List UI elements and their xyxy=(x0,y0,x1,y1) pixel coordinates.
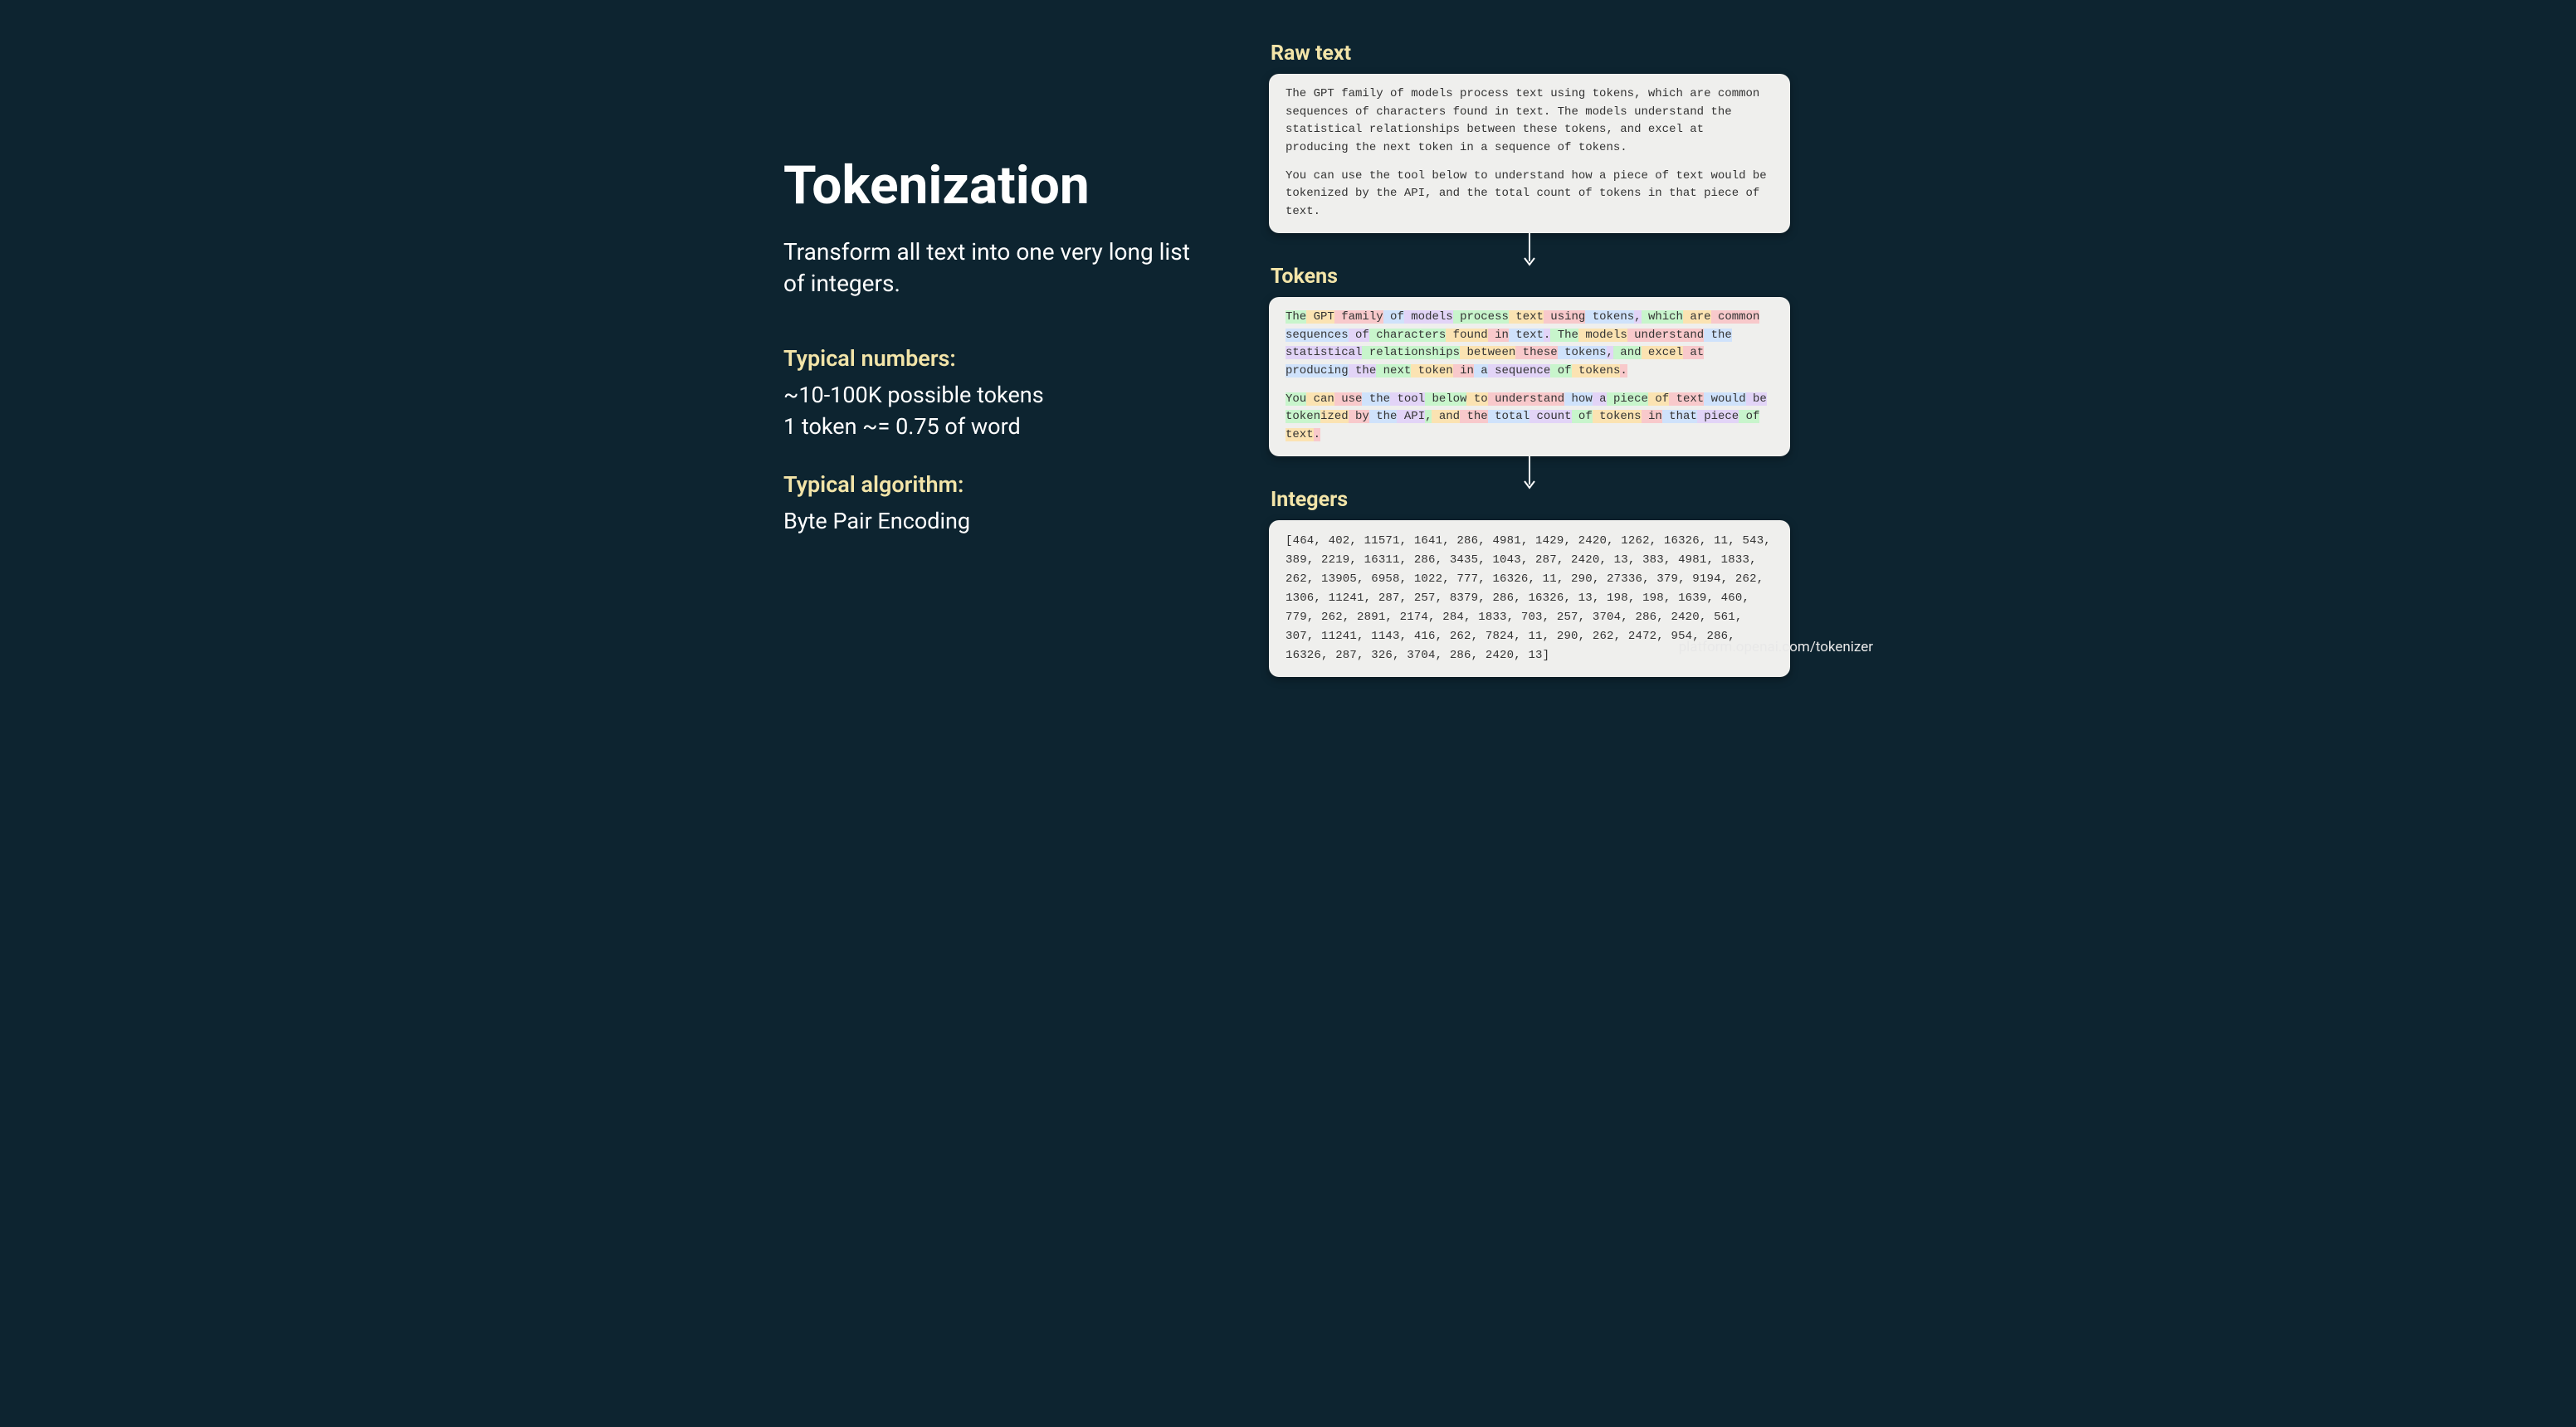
slide-title: Tokenization xyxy=(783,158,1215,213)
footer-link: platform.openai.com/tokenizer xyxy=(1679,639,1873,655)
tokens-label: Tokens xyxy=(1271,265,1792,289)
left-column: Tokenization Transform all text into one… xyxy=(783,158,1215,539)
tokens-para2: You can use the tool below to understand… xyxy=(1286,391,1773,445)
tokens-panel: The GPT family of models process text us… xyxy=(1269,297,1790,456)
typical-numbers-head: Typical numbers: xyxy=(783,345,1215,372)
tokens-para1: The GPT family of models process text us… xyxy=(1286,309,1773,381)
arrow-down-1 xyxy=(1269,233,1790,268)
raw-text-para2: You can use the tool below to understand… xyxy=(1286,168,1773,222)
slide: Tokenization Transform all text into one… xyxy=(680,0,1896,674)
typical-algorithm-line1: Byte Pair Encoding xyxy=(783,508,1215,534)
right-column: Raw text The GPT family of models proces… xyxy=(1269,41,1792,677)
arrow-down-icon xyxy=(1524,456,1535,491)
raw-text-label: Raw text xyxy=(1271,41,1792,66)
typical-numbers-line2: 1 token ~= 0.75 of word xyxy=(783,413,1215,440)
arrow-down-icon xyxy=(1524,233,1535,268)
arrow-down-2 xyxy=(1269,456,1790,491)
raw-text-panel: The GPT family of models process text us… xyxy=(1269,74,1790,233)
raw-text-para1: The GPT family of models process text us… xyxy=(1286,85,1773,158)
typical-numbers-line1: ~10-100K possible tokens xyxy=(783,382,1215,408)
typical-algorithm-head: Typical algorithm: xyxy=(783,471,1215,498)
slide-subtitle: Transform all text into one very long li… xyxy=(783,236,1215,300)
